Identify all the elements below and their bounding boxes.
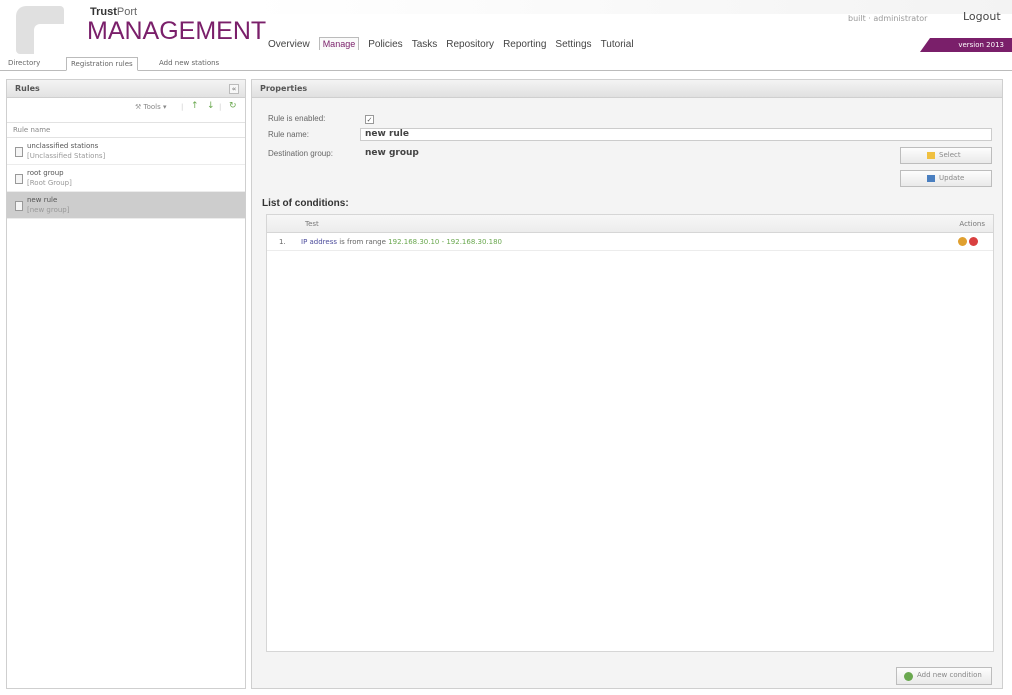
wrench-icon: ⚒ <box>135 103 144 111</box>
tab-add-new-stations[interactable]: Add new stations <box>155 57 223 71</box>
rule-name-label: Rule name: <box>268 130 309 139</box>
table-row: 1. IP address is from range 192.168.30.1… <box>267 233 993 251</box>
select-button-label: Select <box>939 151 961 159</box>
toolbar-separator-2: | <box>219 103 222 111</box>
rule-item-group: [Root Group] <box>27 179 72 187</box>
logout-link[interactable]: Logout <box>963 10 1001 23</box>
properties-panel-title: Properties <box>260 84 308 93</box>
add-icon <box>904 672 913 681</box>
move-down-icon[interactable]: ↓ <box>207 101 215 111</box>
condition-value: 192.168.30.10 - 192.168.30.180 <box>388 238 503 246</box>
app-header: TrustPort MANAGEMENT built · administrat… <box>0 0 1012 56</box>
subtab-bar: Directory Registration rules Add new sta… <box>0 56 1012 71</box>
nav-manage[interactable]: Manage <box>318 37 360 50</box>
folder-icon <box>927 152 935 159</box>
nav-tutorial[interactable]: Tutorial <box>601 39 634 50</box>
add-condition-button[interactable]: Add new condition <box>896 667 992 685</box>
rule-name-input[interactable]: new rule <box>360 128 992 141</box>
edit-icon[interactable] <box>958 237 967 246</box>
move-up-icon[interactable]: ↑ <box>191 101 199 111</box>
rule-item-group: [new group] <box>27 206 70 214</box>
enabled-label: Rule is enabled: <box>268 114 326 123</box>
nav-policies[interactable]: Policies <box>368 39 402 50</box>
rules-panel-header: Rules « <box>7 80 245 98</box>
conditions-table: Test Actions 1. IP address is from range… <box>266 214 994 652</box>
rule-enabled-checkbox[interactable]: ✓ <box>365 115 374 124</box>
brand-title: MANAGEMENT <box>87 17 267 45</box>
destination-group-value: new group <box>365 148 419 158</box>
collapse-panel-button[interactable]: « <box>229 84 239 94</box>
actions-column-header: Actions <box>959 220 985 228</box>
rules-panel-title: Rules <box>15 84 40 93</box>
add-condition-label: Add new condition <box>917 671 982 679</box>
rule-item-new-rule[interactable]: new rule [new group] <box>7 192 245 219</box>
tab-directory[interactable]: Directory <box>4 57 44 71</box>
header-banner <box>250 0 1012 14</box>
document-icon <box>15 174 23 184</box>
version-badge: version 2013 <box>920 38 1012 52</box>
test-column-header: Test <box>305 220 319 228</box>
tab-registration-rules[interactable]: Registration rules <box>66 57 138 71</box>
tools-menu-label: Tools ▾ <box>143 103 167 111</box>
nav-reporting[interactable]: Reporting <box>503 39 546 50</box>
nav-tasks[interactable]: Tasks <box>412 39 438 50</box>
tools-menu-button[interactable]: ⚒ Tools ▾ <box>135 103 167 111</box>
trustport-logo-icon <box>16 6 64 54</box>
conditions-list-title: List of conditions: <box>262 198 349 209</box>
condition-operator: is from range <box>337 238 389 246</box>
rules-toolbar: ⚒ Tools ▾ | ↑ ↓ | ↻ <box>7 98 245 118</box>
nav-overview[interactable]: Overview <box>268 39 310 50</box>
toolbar-separator: | <box>181 103 184 111</box>
condition-text: IP address is from range 192.168.30.10 -… <box>301 238 502 246</box>
rules-panel: Rules « ⚒ Tools ▾ | ↑ ↓ | ↻ Rule name un… <box>6 79 246 689</box>
condition-field: IP address <box>301 238 338 246</box>
properties-panel: Properties Rule is enabled: ✓ Rule name:… <box>251 79 1003 689</box>
document-icon <box>15 201 23 211</box>
select-button[interactable]: Select <box>900 147 992 164</box>
document-icon <box>15 147 23 157</box>
conditions-table-header: Test Actions <box>267 215 993 233</box>
rule-name-column-header: Rule name <box>7 122 245 138</box>
nav-settings[interactable]: Settings <box>555 39 591 50</box>
rule-item-name: new rule <box>27 196 58 204</box>
rule-item-root-group[interactable]: root group [Root Group] <box>7 165 245 192</box>
condition-number: 1. <box>279 238 286 246</box>
update-button[interactable]: Update <box>900 170 992 187</box>
rule-item-unclassified[interactable]: unclassified stations [Unclassified Stat… <box>7 138 245 165</box>
rule-item-name: unclassified stations <box>27 142 99 150</box>
rule-item-name: root group <box>27 169 64 177</box>
user-info: built · administrator <box>848 14 928 23</box>
rule-item-group: [Unclassified Stations] <box>27 152 106 160</box>
update-button-label: Update <box>939 174 965 182</box>
top-navigation: Overview Manage Policies Tasks Repositor… <box>268 37 634 50</box>
nav-repository[interactable]: Repository <box>446 39 494 50</box>
refresh-icon[interactable]: ↻ <box>229 101 237 111</box>
save-icon <box>927 175 935 182</box>
destination-group-label: Destination group: <box>268 149 333 158</box>
properties-panel-header: Properties <box>252 80 1002 98</box>
delete-icon[interactable] <box>969 237 978 246</box>
